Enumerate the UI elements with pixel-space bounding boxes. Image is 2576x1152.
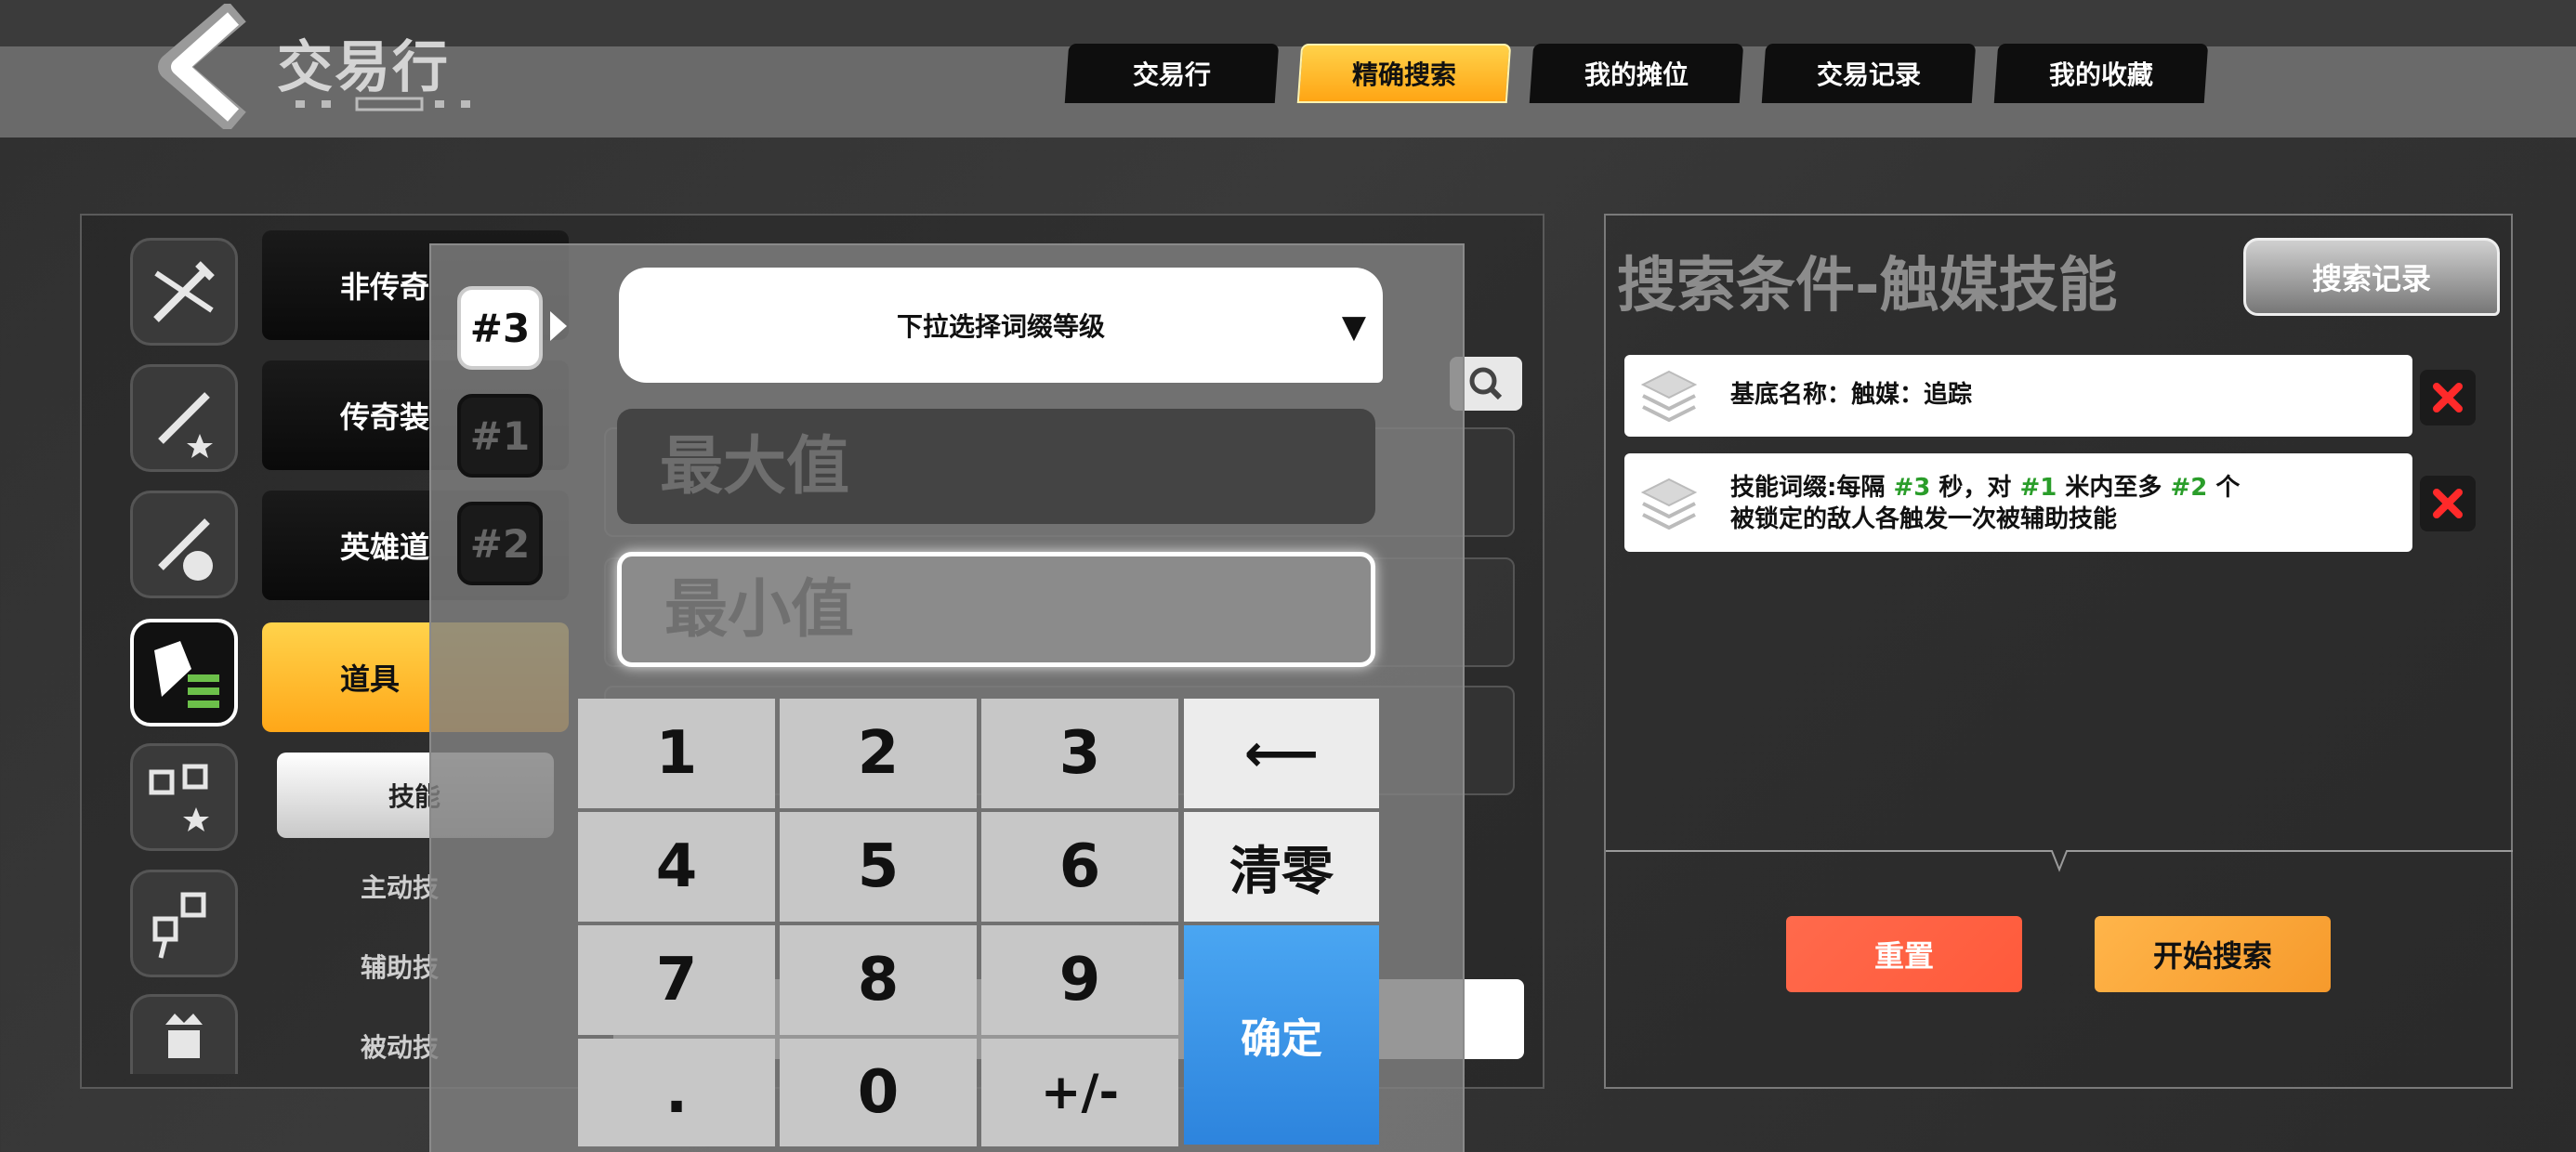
key-4[interactable]: 4 [578, 812, 775, 922]
condition-row: 技能词缀:每隔 #3 秒，对 #1 米内至多 #2 个 被锁定的敌人各触发一次被… [1624, 453, 2412, 552]
placeholder-2: #2 [2170, 474, 2208, 502]
page-title: 交易行 [277, 35, 450, 100]
key-6[interactable]: 6 [981, 812, 1178, 922]
slot-1-tab[interactable]: #1 [457, 394, 543, 478]
affix-level-dropdown[interactable]: 下拉选择词缀等级 ▼ [619, 268, 1383, 383]
crown-figure-icon[interactable] [130, 994, 238, 1074]
key-3[interactable]: 3 [981, 699, 1178, 808]
tab-trading[interactable]: 交易行 [1064, 44, 1280, 103]
path-star-icon[interactable] [130, 743, 238, 851]
subcategory-passive-skill[interactable]: 被动技 [361, 1028, 439, 1065]
layers-icon [1640, 370, 1698, 423]
search-conditions-panel [1604, 214, 2513, 1089]
helmet-sword-icon[interactable] [130, 491, 238, 598]
key-2[interactable]: 2 [780, 699, 977, 808]
tab-favorites[interactable]: 我的收藏 [1993, 44, 2209, 103]
panel-divider [1606, 850, 2513, 872]
slot-3-tab[interactable]: #3 [457, 286, 543, 370]
condition-text: 基底名称：触媒：追踪 [1730, 381, 1973, 409]
caret-down-icon: ▼ [1341, 308, 1366, 346]
key-7[interactable]: 7 [578, 925, 775, 1035]
item-list-icon[interactable] [130, 619, 238, 727]
back-arrow-icon[interactable] [153, 0, 256, 134]
max-value-input[interactable] [617, 409, 1375, 524]
close-icon [2433, 383, 2463, 412]
reset-button[interactable]: 重置 [1786, 916, 2022, 992]
close-icon [2433, 489, 2463, 518]
start-search-button[interactable]: 开始搜索 [2095, 916, 2331, 992]
subcategory-active-skill[interactable]: 主动技 [361, 868, 439, 905]
tab-trade-records[interactable]: 交易记录 [1761, 44, 1977, 103]
key-0[interactable]: 0 [780, 1039, 977, 1146]
key-sign-toggle[interactable]: +/- [981, 1039, 1178, 1146]
placeholder-1: #1 [2019, 474, 2057, 502]
conditions-title: 搜索条件-触媒技能 [1617, 252, 2118, 321]
tab-precise-search[interactable]: 精确搜索 [1296, 44, 1512, 103]
backspace-arrow-icon: ⟵ [1243, 723, 1320, 784]
slot-pointer-icon [550, 311, 567, 341]
search-history-button[interactable]: 搜索记录 [2243, 238, 2500, 316]
backspace-key[interactable]: ⟵ [1184, 699, 1379, 808]
delete-condition-button[interactable] [2420, 476, 2476, 531]
key-9[interactable]: 9 [981, 925, 1178, 1035]
slot-2-tab[interactable]: #2 [457, 502, 543, 585]
min-value-input[interactable] [617, 552, 1375, 667]
subcategory-support-skill[interactable]: 辅助技 [361, 948, 439, 985]
condition-text: 技能词缀:每隔 #3 秒，对 #1 米内至多 #2 个 被锁定的敌人各触发一次被… [1730, 474, 2241, 533]
path-nodes-icon[interactable] [130, 870, 238, 977]
key-5[interactable]: 5 [780, 812, 977, 922]
delete-condition-button[interactable] [2420, 370, 2476, 425]
dropdown-label: 下拉选择词缀等级 [896, 311, 1105, 342]
key-1[interactable]: 1 [578, 699, 775, 808]
layers-icon [1640, 478, 1698, 530]
key-dot[interactable]: . [578, 1039, 775, 1146]
key-8[interactable]: 8 [780, 925, 977, 1035]
title-decoration [296, 97, 470, 111]
confirm-key[interactable]: 确定 [1184, 925, 1379, 1145]
sword-slash-icon[interactable] [130, 238, 238, 346]
sword-star-icon[interactable] [130, 364, 238, 472]
placeholder-3: #3 [1893, 474, 1931, 502]
condition-row: 基底名称：触媒：追踪 [1624, 355, 2412, 437]
clear-key[interactable]: 清零 [1184, 812, 1379, 922]
tab-my-stall[interactable]: 我的摊位 [1529, 44, 1744, 103]
